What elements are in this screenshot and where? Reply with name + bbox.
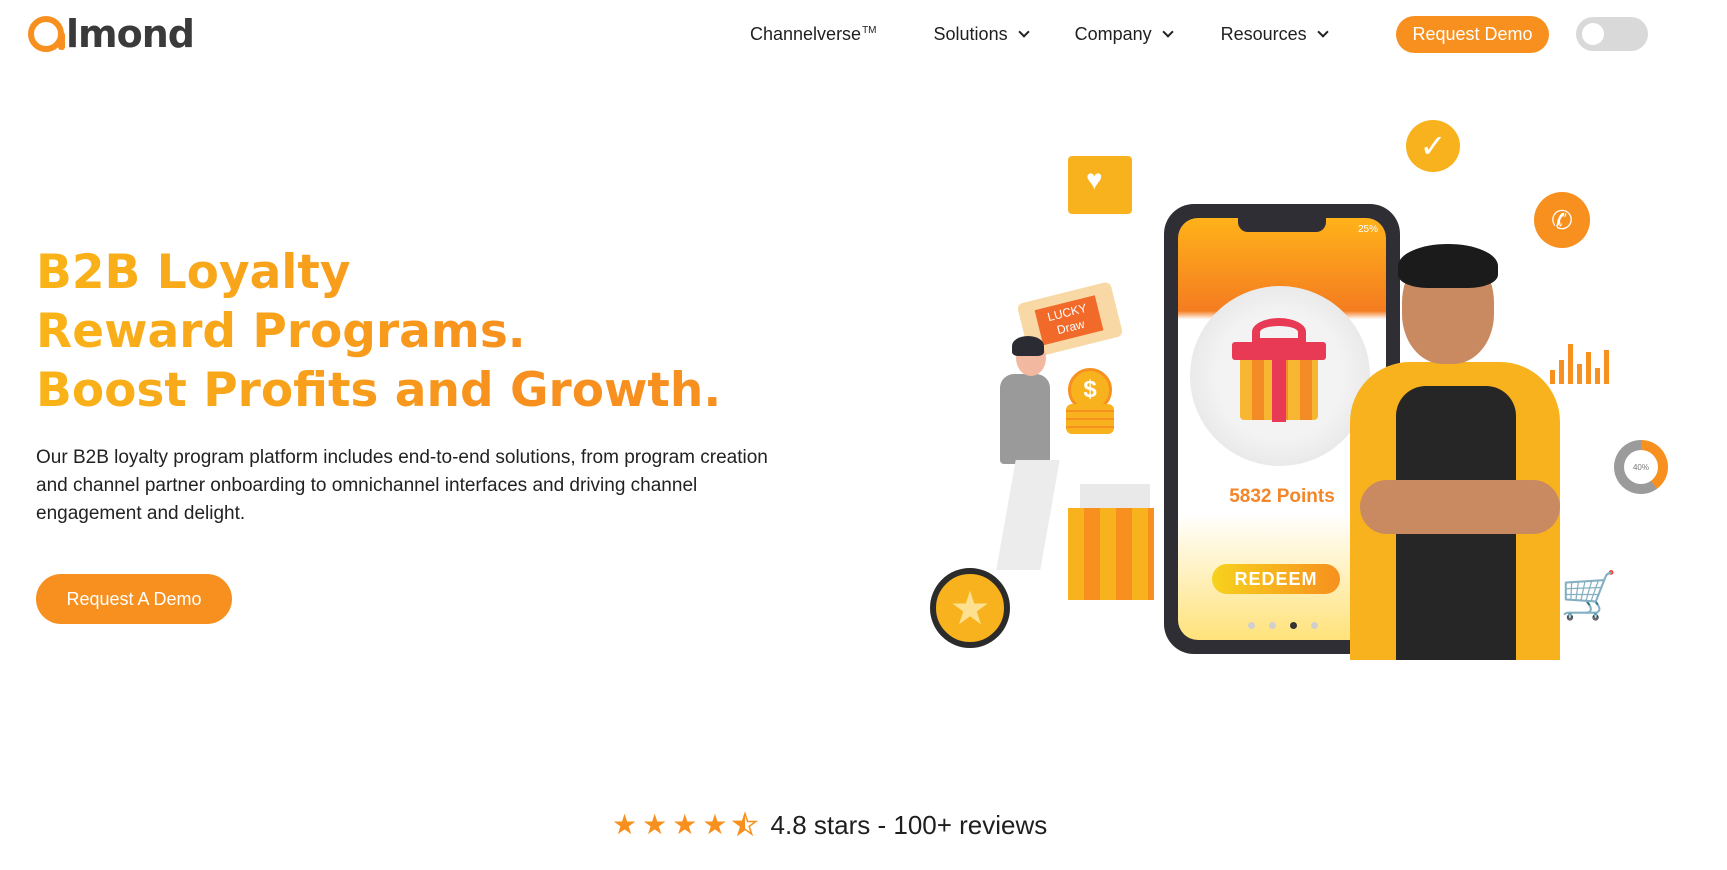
donut-chart-icon: 40% — [1614, 440, 1668, 494]
star-badge-icon: ★ — [930, 568, 1010, 648]
nav-company[interactable]: Company — [1074, 23, 1174, 45]
phone-notch — [1238, 218, 1326, 232]
chevron-down-icon — [1317, 25, 1329, 38]
logo-text: lmond — [66, 12, 195, 56]
carousel-dots — [1248, 622, 1318, 629]
nav-company-label: Company — [1074, 23, 1152, 44]
man-hair — [1398, 244, 1498, 288]
donut-label: 40% — [1624, 450, 1658, 484]
gift-ribbon — [1272, 342, 1286, 422]
nav-resources-label: Resources — [1220, 23, 1307, 44]
bar-chart-icon — [1550, 340, 1609, 384]
nav-channelverse[interactable]: Channelverse TM — [750, 24, 877, 45]
bar — [1586, 352, 1591, 384]
chevron-down-icon — [1161, 25, 1174, 38]
site-header: lmond Channelverse TM Solutions Company R… — [0, 0, 1727, 70]
bar — [1577, 364, 1582, 384]
star-icon: ★ — [702, 809, 728, 840]
logo-mark-icon — [28, 16, 65, 52]
bar — [1559, 360, 1564, 384]
bar — [1568, 344, 1573, 384]
almond-logo[interactable]: lmond — [28, 12, 195, 56]
shopping-cart-icon: 🛒 — [1560, 569, 1618, 621]
half-star-icon: ★ — [732, 809, 759, 841]
hero-title-line-1: B2B Loyalty — [36, 243, 721, 302]
chevron-down-icon — [1017, 25, 1030, 38]
lucky-draw-label: LUCKY Draw — [1034, 295, 1104, 346]
envelope-heart-icon — [1068, 156, 1132, 214]
star-icon: ★ — [672, 809, 698, 840]
gift-lid — [1080, 484, 1150, 510]
star-icon: ★ — [612, 809, 638, 840]
bar — [1595, 368, 1600, 384]
reviews-summary: ★ ★ ★ ★ ★ 4.8 stars - 100+ reviews — [612, 808, 1047, 842]
theme-toggle[interactable] — [1576, 17, 1648, 51]
carousel-dot-active — [1290, 622, 1297, 629]
gift-icon — [1068, 508, 1154, 600]
carousel-dot — [1248, 622, 1255, 629]
request-a-demo-button[interactable]: Request A Demo — [36, 574, 232, 624]
whatsapp-icon: ✆ — [1534, 192, 1590, 248]
person-coat — [1000, 374, 1050, 464]
nav-resources[interactable]: Resources — [1220, 23, 1329, 45]
toggle-knob — [1582, 23, 1604, 45]
star-icon: ★ — [642, 809, 668, 840]
hero-title-line-3: Boost Profits and Growth. — [36, 363, 722, 418]
person-hair — [1012, 336, 1044, 356]
carousel-dot — [1311, 622, 1318, 629]
hero-illustration: ✓ ✆ LUCKYDraw $ ★ 25% 5832 Points REDEEM — [920, 120, 1680, 660]
main-nav: Channelverse TM Solutions Company Resourc… — [750, 16, 1329, 52]
hero-title-line-2: Reward Programs. — [36, 302, 721, 361]
hero-description: Our B2B loyalty program platform include… — [36, 447, 768, 524]
nav-channelverse-label: Channelverse — [750, 23, 862, 44]
trademark-sup: TM — [862, 24, 877, 36]
coin-stack — [1066, 404, 1114, 434]
check-bubble-icon: ✓ — [1406, 120, 1460, 172]
bar — [1604, 350, 1609, 384]
reviews-text: 4.8 stars - 100+ reviews — [770, 809, 1048, 840]
battery-status: 25% — [1357, 224, 1378, 235]
carousel-dot — [1269, 622, 1276, 629]
request-demo-button[interactable]: Request Demo — [1396, 16, 1549, 53]
person-legs — [996, 460, 1060, 570]
nav-solutions[interactable]: Solutions — [933, 23, 1030, 45]
smiling-man-photo — [1340, 244, 1580, 660]
hero-title: B2B Loyalty Reward Programs. Boost Profi… — [36, 243, 721, 420]
redeem-button: REDEEM — [1212, 564, 1340, 594]
nav-solutions-label: Solutions — [933, 23, 1008, 44]
man-crossed-arms — [1360, 480, 1560, 534]
bar — [1550, 370, 1555, 384]
